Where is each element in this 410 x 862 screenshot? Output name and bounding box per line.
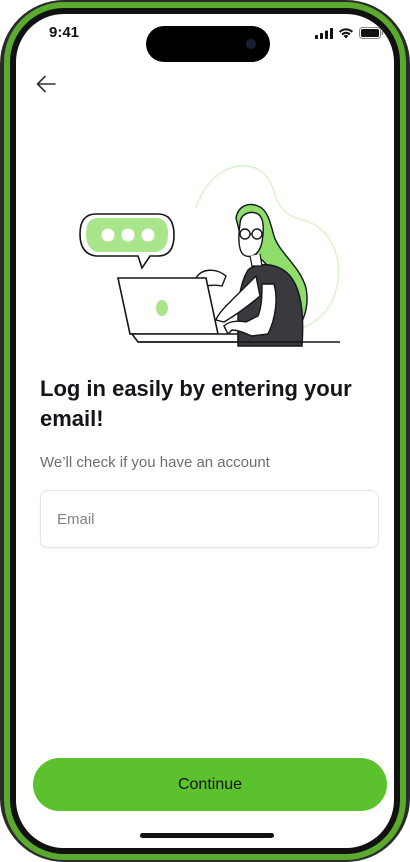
cellular-signal-icon bbox=[315, 27, 333, 39]
battery-icon bbox=[359, 27, 384, 39]
status-bar: 9:41 bbox=[16, 14, 394, 64]
laptop-icon bbox=[117, 277, 239, 343]
arrow-left-icon bbox=[36, 75, 56, 93]
email-field[interactable] bbox=[40, 490, 379, 548]
screen: 9:41 Log in easily by entering your emai… bbox=[16, 14, 394, 848]
page-subtitle: We’ll check if you have an account bbox=[40, 454, 270, 471]
camera-icon bbox=[246, 39, 256, 49]
status-icons bbox=[315, 27, 384, 39]
chat-bubble-icon bbox=[79, 213, 175, 270]
login-illustration bbox=[79, 165, 340, 347]
home-indicator bbox=[140, 833, 274, 838]
back-button[interactable] bbox=[30, 68, 62, 100]
wifi-icon bbox=[339, 28, 353, 39]
continue-button[interactable]: Continue bbox=[33, 758, 387, 811]
phone-frame: 9:41 Log in easily by entering your emai… bbox=[0, 0, 410, 862]
dynamic-island bbox=[146, 26, 270, 62]
status-time: 9:41 bbox=[49, 24, 80, 41]
page-title: Log in easily by entering your email! bbox=[40, 376, 352, 431]
